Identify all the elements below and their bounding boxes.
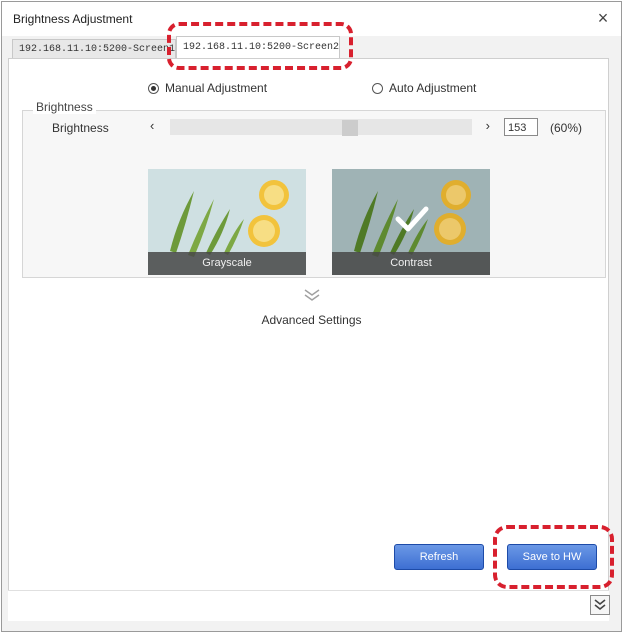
slider-right-arrow-icon[interactable]: › bbox=[486, 118, 490, 133]
radio-selected-icon[interactable] bbox=[148, 82, 159, 94]
brightness-label: Brightness bbox=[52, 121, 109, 135]
slider-left-arrow-icon[interactable]: ‹ bbox=[150, 118, 154, 133]
brightness-slider[interactable]: ‹ › bbox=[146, 118, 494, 136]
slider-track[interactable] bbox=[170, 119, 472, 136]
bottom-strip bbox=[8, 590, 609, 621]
tab-highlight-annotation bbox=[167, 22, 353, 70]
auto-adjustment-label: Auto Adjustment bbox=[389, 81, 477, 95]
radio-unselected-icon[interactable] bbox=[372, 82, 383, 94]
grayscale-mode-tile[interactable]: Grayscale bbox=[148, 169, 306, 275]
save-button-highlight-annotation bbox=[493, 525, 614, 589]
double-chevron-down-icon[interactable] bbox=[302, 287, 322, 303]
double-chevron-down-icon bbox=[594, 599, 606, 611]
close-icon[interactable]: × bbox=[593, 8, 613, 28]
expand-button[interactable] bbox=[590, 595, 610, 615]
advanced-settings-toggle[interactable]: Advanced Settings bbox=[0, 313, 623, 327]
brightness-group-legend: Brightness bbox=[33, 100, 96, 114]
contrast-caption: Contrast bbox=[332, 252, 490, 275]
auto-adjustment-radio[interactable]: Auto Adjustment bbox=[372, 80, 476, 96]
brightness-percent: (60%) bbox=[550, 121, 583, 135]
contrast-mode-tile[interactable]: Contrast bbox=[332, 169, 490, 275]
manual-adjustment-label: Manual Adjustment bbox=[165, 81, 268, 95]
slider-thumb[interactable] bbox=[342, 120, 358, 136]
manual-adjustment-radio[interactable]: Manual Adjustment bbox=[148, 80, 267, 96]
tab-screen1[interactable]: 192.168.11.10:5200-Screen1 bbox=[12, 39, 176, 58]
brightness-value-input[interactable]: 153 bbox=[504, 118, 538, 136]
window-title: Brightness Adjustment bbox=[13, 12, 133, 26]
grayscale-caption: Grayscale bbox=[148, 252, 306, 275]
refresh-button[interactable]: Refresh bbox=[394, 544, 484, 570]
